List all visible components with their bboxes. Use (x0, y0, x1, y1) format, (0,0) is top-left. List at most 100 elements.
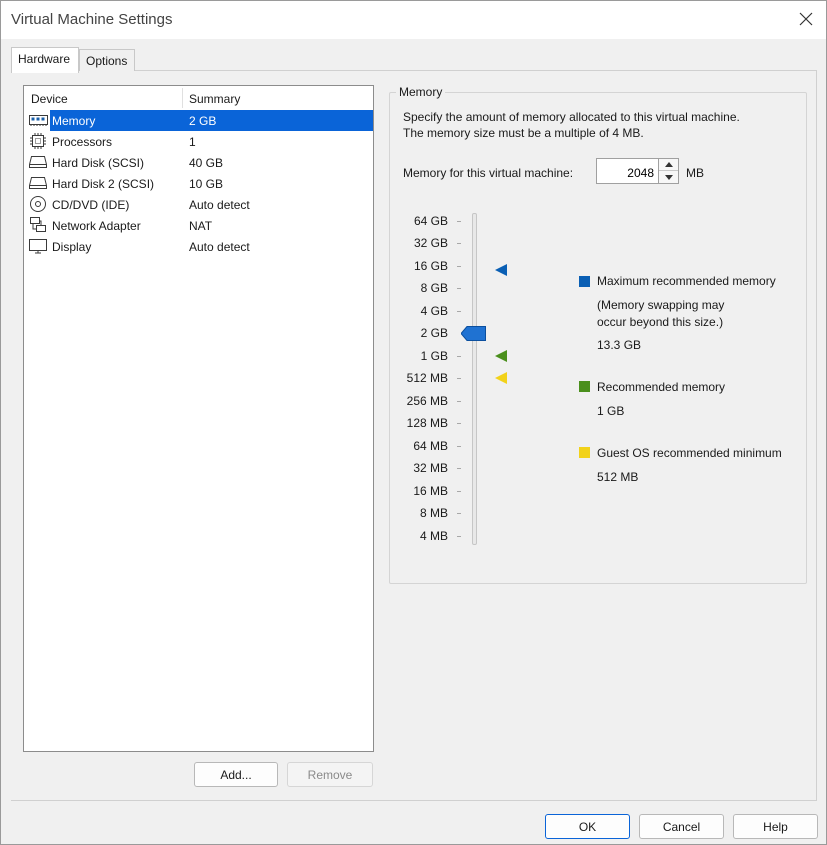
add-button-label: Add... (220, 767, 252, 782)
remove-button-label: Remove (307, 767, 353, 782)
device-name: Memory (50, 110, 174, 131)
chevron-down-icon (664, 174, 673, 180)
close-icon (799, 12, 813, 26)
scale-tick (457, 356, 461, 357)
device-row-memory[interactable]: Memory 2 GB (26, 110, 373, 131)
memory-field-label: Memory for this virtual machine: (403, 166, 574, 180)
scale-label: 8 GB (420, 281, 448, 295)
display-icon (28, 237, 48, 255)
device-list[interactable]: Device Summary Memory 2 GB Processors 1 … (23, 85, 374, 752)
tab-hardware-label: Hardware (18, 52, 71, 66)
device-summary: Auto detect (189, 198, 250, 212)
swap-note-line-2: occur beyond this size.) (597, 315, 724, 329)
swap-note-line-1: (Memory swapping may (597, 298, 725, 312)
add-button[interactable]: Add... (194, 762, 278, 787)
memory-slider-thumb[interactable] (461, 326, 486, 341)
settings-window: Virtual Machine Settings Hardware Option… (0, 0, 827, 845)
recommended-value: 1 GB (597, 404, 625, 418)
tab-options-label: Options (86, 54, 128, 68)
scale-label: 8 MB (419, 506, 448, 520)
device-row-hard-disk[interactable]: Hard Disk (SCSI) 40 GB (26, 152, 373, 173)
device-name: Hard Disk 2 (SCSI) (52, 177, 155, 191)
memory-size-input[interactable] (596, 158, 659, 184)
device-name: Processors (52, 135, 113, 149)
scale-label: 32 GB (413, 236, 448, 250)
device-name: Display (52, 240, 92, 254)
max-recommended-marker-icon (495, 264, 507, 276)
guest-min-legend-icon (579, 447, 590, 458)
chevron-up-icon (664, 162, 673, 167)
cancel-button-label: Cancel (662, 819, 701, 834)
device-row-hard-disk-2[interactable]: Hard Disk 2 (SCSI) 10 GB (26, 173, 373, 194)
scale-tick (457, 311, 461, 312)
scale-tick (457, 536, 461, 537)
title-bar: Virtual Machine Settings (1, 1, 826, 39)
guest-min-value: 512 MB (597, 470, 639, 484)
scale-tick (457, 401, 461, 402)
device-summary: NAT (189, 219, 213, 233)
device-list-header: Device Summary (24, 86, 373, 110)
ok-button[interactable]: OK (545, 814, 630, 839)
scale-label: 64 MB (413, 439, 448, 453)
scale-tick (457, 221, 461, 222)
tab-options[interactable]: Options (79, 49, 135, 71)
device-name: Hard Disk (SCSI) (52, 156, 145, 170)
spinner-up-button[interactable] (659, 159, 678, 171)
help-button-label: Help (763, 819, 788, 834)
device-row-cd-dvd[interactable]: CD/DVD (IDE) Auto detect (26, 194, 373, 215)
scale-label: 32 MB (413, 461, 448, 475)
tab-hardware[interactable]: Hardware (11, 47, 79, 73)
scale-label: 256 MB (406, 394, 448, 408)
cancel-button[interactable]: Cancel (639, 814, 724, 839)
column-divider[interactable] (182, 88, 183, 108)
recommended-legend-icon (579, 381, 590, 392)
scale-tick (457, 513, 461, 514)
max-recommended-label: Maximum recommended memory (597, 274, 776, 288)
memory-slider-track[interactable] (472, 213, 477, 545)
memory-spinner (659, 158, 679, 184)
close-button[interactable] (794, 7, 818, 31)
device-name: Network Adapter (52, 219, 141, 233)
memory-description-line-2: The memory size must be a multiple of 4 … (403, 126, 644, 140)
device-row-display[interactable]: Display Auto detect (26, 236, 373, 257)
device-summary: 10 GB (189, 177, 224, 191)
guest-min-label: Guest OS recommended minimum (597, 446, 782, 460)
spinner-down-button[interactable] (659, 171, 678, 183)
scale-tick (457, 266, 461, 267)
scale-label: 16 GB (413, 259, 448, 273)
window-title: Virtual Machine Settings (11, 11, 173, 28)
scale-label: 128 MB (406, 416, 448, 430)
column-header-summary[interactable]: Summary (189, 92, 240, 106)
memory-icon (28, 111, 48, 129)
scale-tick (457, 243, 461, 244)
device-summary: 40 GB (189, 156, 224, 170)
hard-disk-icon (28, 174, 48, 192)
recommended-label: Recommended memory (597, 380, 726, 394)
device-summary: 2 GB (189, 114, 217, 128)
scale-tick (457, 288, 461, 289)
max-recommended-legend-icon (579, 276, 590, 287)
network-adapter-icon (28, 216, 48, 234)
processor-icon (28, 132, 48, 150)
device-row-processors[interactable]: Processors 1 (26, 131, 373, 152)
scale-tick (457, 468, 461, 469)
scale-tick (457, 491, 461, 492)
scale-label: 4 GB (420, 304, 448, 318)
device-name: CD/DVD (IDE) (52, 198, 130, 212)
max-recommended-value: 13.3 GB (597, 338, 642, 352)
memory-group-title: Memory (396, 85, 446, 99)
scale-label: 16 MB (413, 484, 448, 498)
scale-tick (457, 378, 461, 379)
cd-dvd-icon (28, 195, 48, 213)
guest-min-marker-icon (495, 372, 507, 384)
scale-tick (457, 423, 461, 424)
device-summary: Auto detect (189, 240, 250, 254)
scale-label: 2 GB (420, 326, 448, 340)
help-button[interactable]: Help (733, 814, 818, 839)
scale-tick (457, 446, 461, 447)
memory-unit-label: MB (686, 166, 704, 180)
scale-label: 512 MB (406, 371, 448, 385)
remove-button[interactable]: Remove (287, 762, 373, 787)
column-header-device[interactable]: Device (31, 92, 68, 106)
device-row-network-adapter[interactable]: Network Adapter NAT (26, 215, 373, 236)
